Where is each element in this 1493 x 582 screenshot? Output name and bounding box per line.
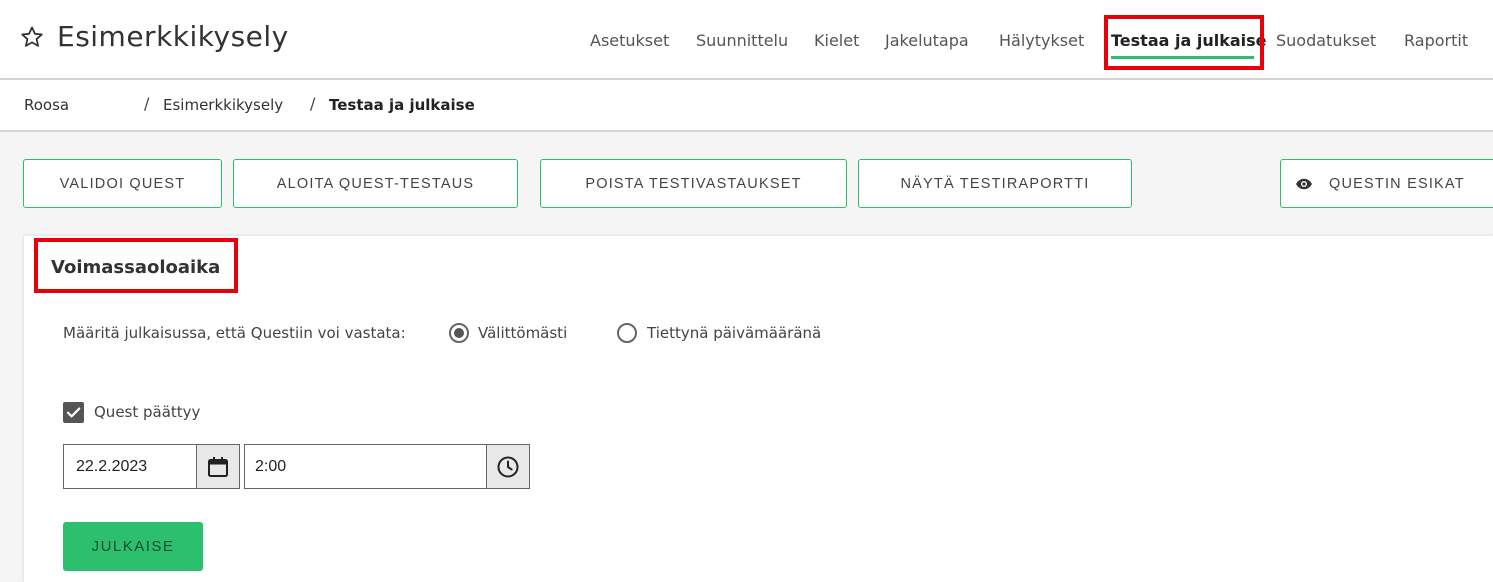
top-bar: Esimerkkikysely Asetukset Suunnittelu Ki…	[0, 0, 1493, 80]
radio-immediately[interactable]	[449, 323, 469, 343]
quest-ends-label[interactable]: Quest päättyy	[94, 403, 200, 421]
quest-preview-label: QUESTIN ESIKAT	[1329, 175, 1465, 192]
breadcrumb-item-user[interactable]: Roosa	[24, 96, 69, 114]
nav-item-suunnittelu[interactable]: Suunnittelu	[696, 31, 788, 50]
clock-icon	[497, 456, 519, 477]
nav-item-raportit[interactable]: Raportit	[1404, 31, 1468, 50]
highlight-box-section-title	[34, 238, 238, 293]
date-picker-button[interactable]	[196, 444, 240, 489]
time-picker-button[interactable]	[486, 444, 530, 489]
nav-item-kielet[interactable]: Kielet	[814, 31, 859, 50]
nav-item-halytykset[interactable]: Hälytykset	[999, 31, 1084, 50]
breadcrumb-item-current: Testaa ja julkaise	[329, 96, 475, 114]
breadcrumb-separator: /	[144, 94, 150, 113]
validity-card	[24, 236, 1493, 582]
calendar-icon	[208, 456, 228, 477]
breadcrumb-separator: /	[310, 94, 316, 113]
breadcrumb: Roosa / Esimerkkikysely / Testaa ja julk…	[0, 80, 1493, 132]
nav-item-suodatukset[interactable]: Suodatukset	[1276, 31, 1376, 50]
delete-test-answers-button[interactable]: POISTA TESTIVASTAUKSET	[540, 159, 847, 208]
checkmark-icon	[66, 407, 81, 418]
main-nav: Asetukset Suunnittelu Kielet Jakelutapa …	[0, 31, 1493, 55]
answer-availability-label: Määritä julkaisussa, että Questiin voi v…	[63, 324, 406, 342]
radio-specific-date[interactable]	[617, 323, 637, 343]
validate-quest-button[interactable]: VALIDOI QUEST	[23, 159, 222, 208]
highlight-box-active-tab	[1104, 15, 1264, 70]
end-date-input[interactable]	[63, 444, 197, 489]
start-quest-testing-button[interactable]: ALOITA QUEST-TESTAUS	[233, 159, 518, 208]
nav-item-asetukset[interactable]: Asetukset	[590, 31, 669, 50]
nav-item-jakelutapa[interactable]: Jakelutapa	[885, 31, 969, 50]
quest-ends-checkbox[interactable]	[63, 402, 84, 423]
quest-preview-button[interactable]: QUESTIN ESIKAT	[1280, 159, 1493, 208]
show-test-report-button[interactable]: NÄYTÄ TESTIRAPORTTI	[858, 159, 1132, 208]
radio-immediately-label[interactable]: Välittömästi	[478, 324, 567, 342]
end-time-input[interactable]	[244, 444, 487, 489]
breadcrumb-item-survey[interactable]: Esimerkkikysely	[163, 96, 283, 114]
eye-icon	[1296, 178, 1312, 189]
publish-button[interactable]: JULKAISE	[63, 522, 203, 571]
radio-specific-date-label[interactable]: Tiettynä päivämääränä	[647, 324, 821, 342]
